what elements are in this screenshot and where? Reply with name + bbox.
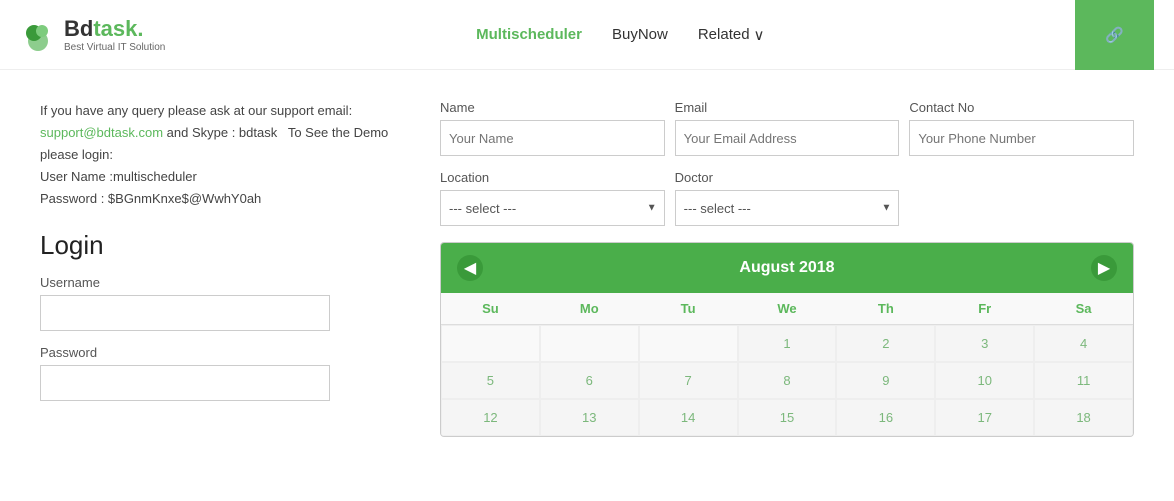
location-select-wrapper: --- select --- (440, 190, 665, 226)
nav: Multischeduler BuyNow Related ∨ (476, 26, 764, 44)
day-fr: Fr (935, 293, 1034, 324)
chevron-down-icon: ∨ (754, 26, 765, 44)
doctor-select[interactable]: --- select --- (675, 190, 900, 226)
contact-field-group: Contact No (909, 100, 1134, 156)
password-group: Password (40, 345, 400, 401)
username-group: Username (40, 275, 400, 331)
form-row-2: Location --- select --- Doctor --- selec… (440, 170, 1134, 226)
cal-cell[interactable]: 6 (540, 362, 639, 399)
cal-cell[interactable]: 8 (738, 362, 837, 399)
name-field-group: Name (440, 100, 665, 156)
name-label: Name (440, 100, 665, 115)
day-tu: Tu (639, 293, 738, 324)
day-su: Su (441, 293, 540, 324)
cal-cell[interactable]: 18 (1034, 399, 1133, 436)
cta-button[interactable]: 🔗 (1075, 0, 1154, 70)
login-title: Login (40, 230, 400, 261)
cal-prev-button[interactable]: ◀ (457, 255, 483, 281)
cal-cell[interactable]: 17 (935, 399, 1034, 436)
cal-cell[interactable]: 4 (1034, 325, 1133, 362)
day-sa: Sa (1034, 293, 1133, 324)
contact-input[interactable] (909, 120, 1134, 156)
cal-cell[interactable]: 11 (1034, 362, 1133, 399)
cal-cell[interactable]: 2 (836, 325, 935, 362)
cal-cell[interactable]: 7 (639, 362, 738, 399)
doctor-label: Doctor (675, 170, 900, 185)
cal-cell (441, 325, 540, 362)
cal-cell[interactable]: 14 (639, 399, 738, 436)
location-label: Location (440, 170, 665, 185)
header: Bdtask. Best Virtual IT Solution Multisc… (0, 0, 1174, 70)
logo-name: Bdtask. (64, 16, 165, 42)
calendar: ◀ August 2018 ▶ Su Mo Tu We Th Fr Sa 123… (440, 242, 1134, 437)
nav-buynow[interactable]: BuyNow (612, 26, 668, 43)
info-text: If you have any query please ask at our … (40, 100, 400, 210)
location-field-group: Location --- select --- (440, 170, 665, 226)
nav-multischeduler[interactable]: Multischeduler (476, 26, 582, 43)
password-label: Password (40, 345, 400, 360)
password-input[interactable] (40, 365, 330, 401)
cal-cell[interactable]: 3 (935, 325, 1034, 362)
contact-form: Name Email Contact No Location (440, 100, 1134, 226)
cal-cell[interactable]: 12 (441, 399, 540, 436)
cal-cell[interactable]: 5 (441, 362, 540, 399)
nav-related[interactable]: Related ∨ (698, 26, 765, 44)
left-panel: If you have any query please ask at our … (40, 100, 400, 437)
email-input[interactable] (675, 120, 900, 156)
doctor-select-wrapper: --- select --- (675, 190, 900, 226)
cal-cell[interactable]: 1 (738, 325, 837, 362)
day-th: Th (836, 293, 935, 324)
cal-cell[interactable]: 10 (935, 362, 1034, 399)
day-we: We (738, 293, 837, 324)
username-input[interactable] (40, 295, 330, 331)
cal-cell[interactable]: 16 (836, 399, 935, 436)
name-input[interactable] (440, 120, 665, 156)
calendar-grid: 123456789101112131415161718 (441, 325, 1133, 436)
main-content: If you have any query please ask at our … (0, 70, 1174, 467)
cta-icon: 🔗 (1105, 27, 1124, 44)
cal-cell (639, 325, 738, 362)
cal-cell (540, 325, 639, 362)
doctor-field-group: Doctor --- select --- (675, 170, 900, 226)
calendar-days-header: Su Mo Tu We Th Fr Sa (441, 293, 1133, 325)
password-info: Password : $BGnmKnxe$@WwhY0ah (40, 191, 261, 206)
location-select[interactable]: --- select --- (440, 190, 665, 226)
cal-next-button[interactable]: ▶ (1091, 255, 1117, 281)
logo-icon (20, 17, 56, 53)
login-section: Login Username Password (40, 230, 400, 401)
email-label: Email (675, 100, 900, 115)
logo-text: Bdtask. Best Virtual IT Solution (64, 16, 165, 53)
cal-cell[interactable]: 15 (738, 399, 837, 436)
email-field-group: Email (675, 100, 900, 156)
logo: Bdtask. Best Virtual IT Solution (20, 16, 165, 53)
form-row-1: Name Email Contact No (440, 100, 1134, 156)
username-info: User Name :multischeduler (40, 169, 197, 184)
day-mo: Mo (540, 293, 639, 324)
contact-label: Contact No (909, 100, 1134, 115)
username-label: Username (40, 275, 400, 290)
right-panel: Name Email Contact No Location (440, 100, 1134, 437)
calendar-header: ◀ August 2018 ▶ (441, 243, 1133, 293)
cal-cell[interactable]: 13 (540, 399, 639, 436)
cal-cell[interactable]: 9 (836, 362, 935, 399)
logo-tagline: Best Virtual IT Solution (64, 42, 165, 53)
calendar-month-year: August 2018 (739, 259, 834, 277)
support-email-link[interactable]: support@bdtask.com (40, 125, 163, 140)
